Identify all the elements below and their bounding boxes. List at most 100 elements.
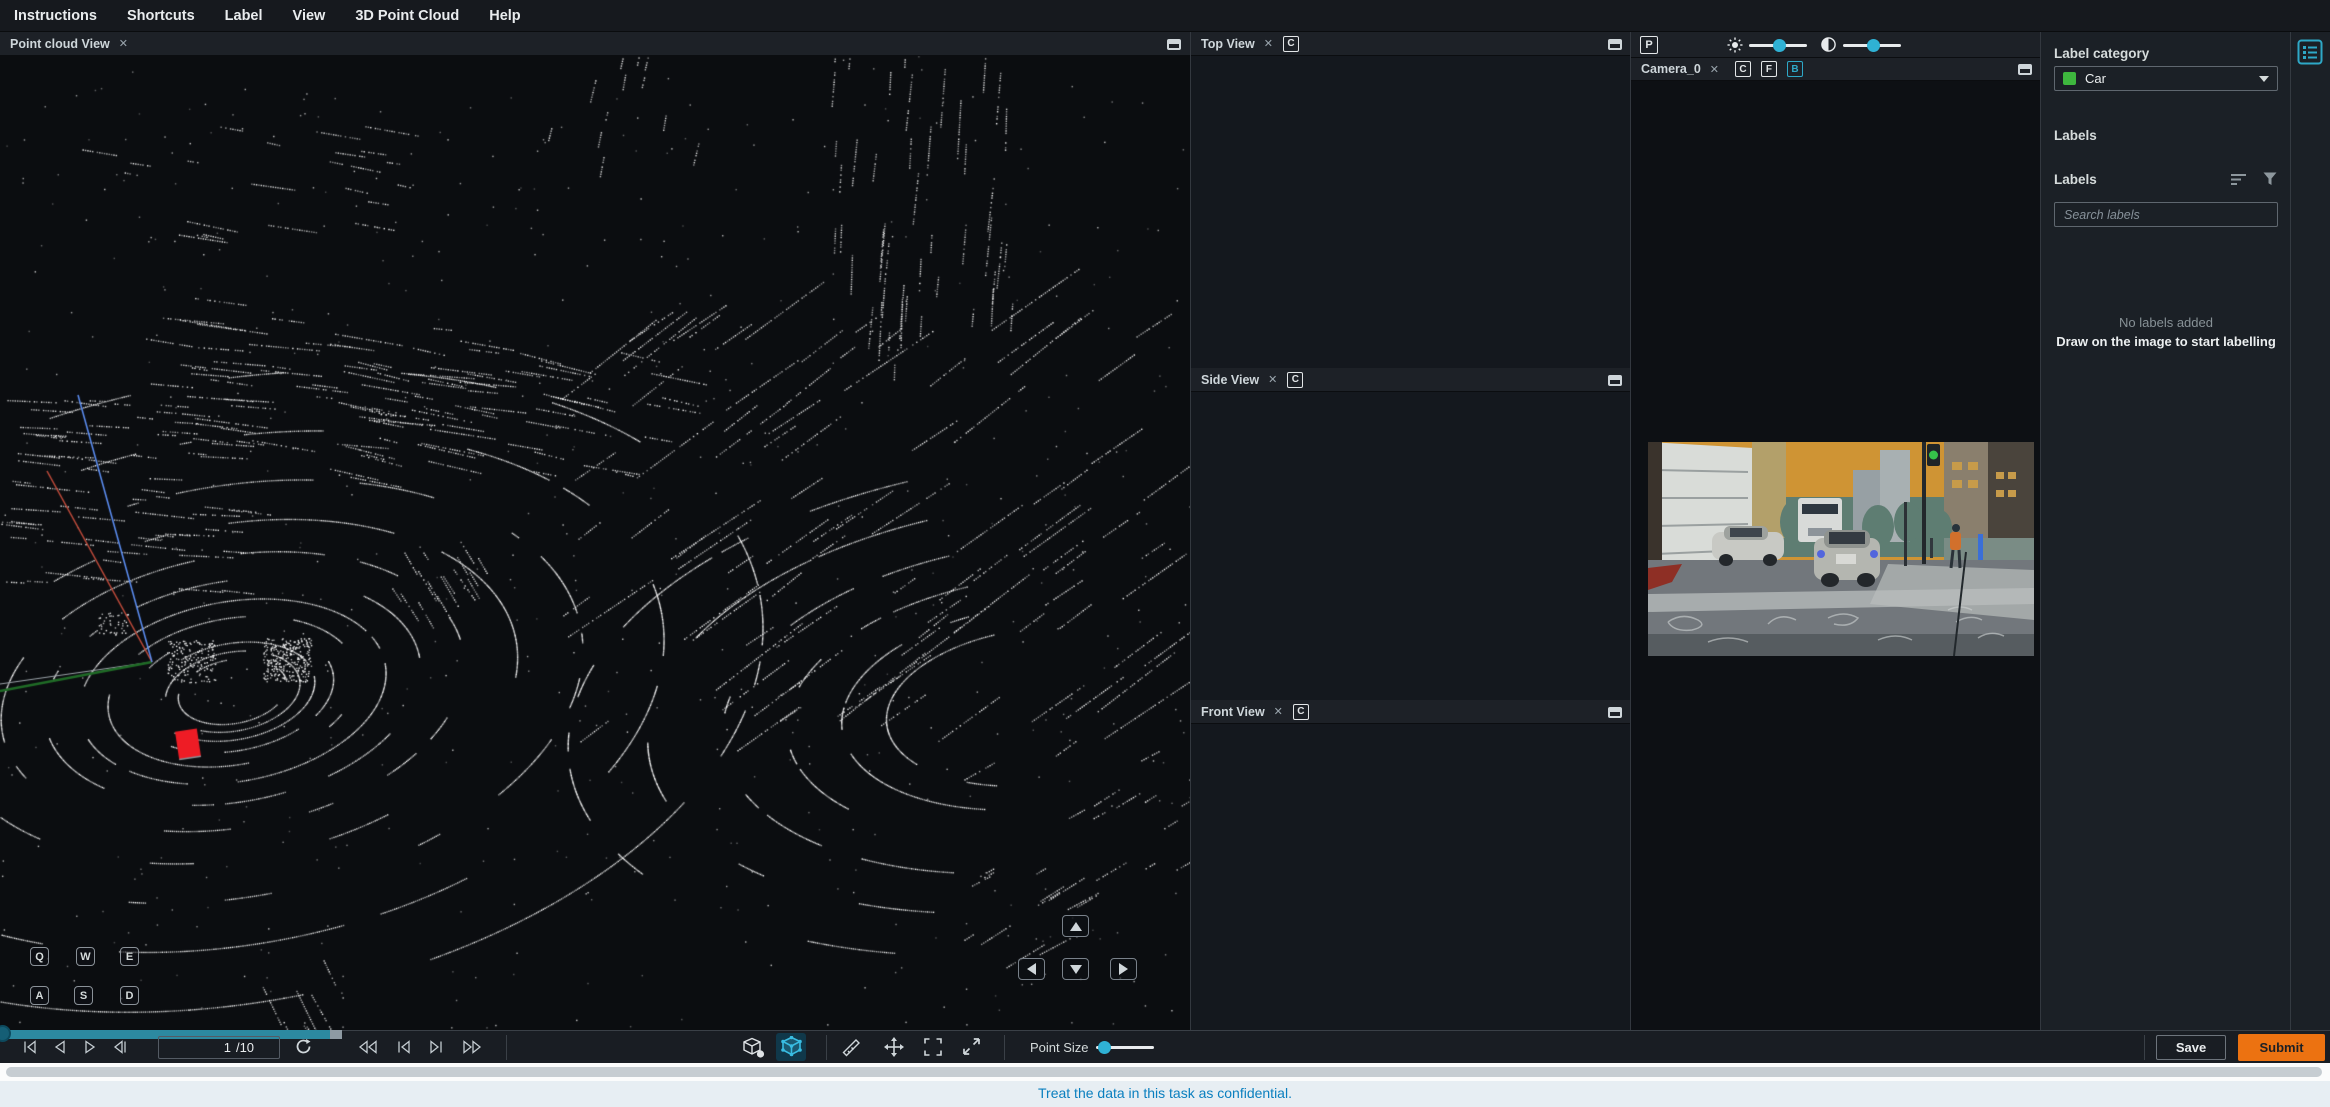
popout-window-icon[interactable] — [1608, 38, 1622, 56]
menu-3d-point-cloud[interactable]: 3D Point Cloud — [340, 8, 474, 24]
keycap-e: E — [120, 947, 139, 966]
filter-labels-icon[interactable] — [2263, 172, 2277, 191]
menu-shortcuts[interactable]: Shortcuts — [112, 8, 210, 24]
ortho-views-column: Top View ✕ C Side View ✕ C Front View ✕ … — [1190, 32, 1631, 1030]
confidential-banner: Treat the data in this task as confident… — [0, 1081, 2330, 1107]
brightness-slider[interactable] — [1749, 39, 1807, 52]
camera-title: Camera_0 — [1641, 62, 1701, 76]
previous-frame-button[interactable] — [52, 1039, 68, 1060]
keycap-a: A — [30, 986, 49, 1005]
top-view-viewport[interactable] — [1191, 56, 1631, 368]
seek-bar-end-cap — [330, 1030, 342, 1039]
popout-window-icon[interactable] — [1608, 374, 1622, 392]
camera-viewport — [1631, 81, 2041, 1030]
side-view-camera-button[interactable]: C — [1287, 371, 1304, 388]
play-button[interactable] — [82, 1039, 98, 1060]
add-cuboid-tool-icon[interactable] — [742, 1037, 766, 1064]
toolbar-divider — [1004, 1035, 1005, 1060]
fullscreen-expand-icon[interactable] — [962, 1037, 981, 1061]
sort-labels-icon[interactable] — [2231, 173, 2247, 191]
label-category-dropdown[interactable]: Car — [2054, 66, 2278, 91]
seek-bar-knob[interactable] — [0, 1025, 11, 1042]
toolbar-divider — [2144, 1035, 2145, 1060]
labels-heading: Labels — [2054, 128, 2097, 143]
category-selected-value: Car — [2085, 71, 2106, 86]
keycap-w-label: W — [80, 950, 91, 963]
arrow-left-icon — [1027, 963, 1036, 975]
next-frame-button[interactable] — [112, 1039, 128, 1060]
pan-right-button[interactable] — [1110, 958, 1137, 980]
menu-help[interactable]: Help — [474, 8, 535, 24]
arrow-down-icon — [1069, 964, 1082, 974]
top-view-camera-button[interactable]: C — [1282, 35, 1299, 52]
ruler-tool-icon[interactable] — [842, 1038, 861, 1062]
total-frames-label: /10 — [235, 1040, 255, 1055]
close-icon[interactable]: ✕ — [1264, 37, 1273, 50]
point-size-slider-knob[interactable] — [1098, 1041, 1111, 1054]
front-view-viewport[interactable] — [1191, 724, 1631, 1030]
projection-button[interactable]: P — [1640, 36, 1658, 54]
keycap-d-label: D — [125, 989, 134, 1002]
side-view-header: Side View ✕ C — [1191, 368, 1631, 392]
camera-c-button[interactable]: C — [1734, 61, 1751, 77]
arrow-up-icon — [1069, 921, 1082, 931]
point-size-label: Point Size — [1030, 1040, 1089, 1055]
step-forward-button[interactable] — [428, 1039, 444, 1060]
side-view-title: Side View — [1201, 372, 1260, 387]
sidebar-icon-strip — [2290, 32, 2330, 1030]
fast-forward-button[interactable] — [462, 1039, 482, 1060]
menu-bar: Instructions Shortcuts Label View 3D Poi… — [0, 0, 2330, 32]
edit-cuboid-tool-icon[interactable] — [780, 1035, 803, 1063]
front-view-header: Front View ✕ C — [1191, 700, 1631, 724]
pan-left-button[interactable] — [1018, 958, 1045, 980]
fast-rewind-button[interactable] — [358, 1039, 378, 1060]
frame-counter: /10 — [158, 1036, 280, 1059]
point-size-slider[interactable] — [1096, 1041, 1154, 1054]
frame-region-tool-icon[interactable] — [924, 1038, 942, 1061]
brightness-slider-knob[interactable] — [1773, 39, 1786, 52]
close-icon[interactable]: ✕ — [1710, 63, 1719, 76]
search-labels-input[interactable] — [2054, 202, 2278, 227]
close-icon[interactable]: ✕ — [1274, 705, 1283, 718]
point-cloud-canvas[interactable] — [0, 56, 1190, 1030]
pan-up-button[interactable] — [1062, 915, 1089, 937]
save-button[interactable]: Save — [2156, 1035, 2226, 1060]
side-view-panel: Side View ✕ C — [1191, 368, 1631, 700]
front-view-camera-button[interactable]: C — [1292, 703, 1309, 720]
empty-state-subtitle: Draw on the image to start labelling — [2056, 334, 2276, 349]
confidential-message: Treat the data in this task as confident… — [1038, 1085, 1292, 1101]
menu-label[interactable]: Label — [210, 8, 278, 24]
contrast-slider-knob[interactable] — [1867, 39, 1880, 52]
empty-state-title: No labels added — [2119, 315, 2213, 330]
camera-f-button[interactable]: F — [1760, 61, 1777, 77]
front-view-panel: Front View ✕ C — [1191, 700, 1631, 1030]
front-view-title: Front View — [1201, 704, 1265, 719]
pan-down-button[interactable] — [1062, 958, 1089, 980]
camera-controls-bar: P — [1631, 32, 2041, 58]
loop-playback-icon[interactable] — [295, 1038, 312, 1060]
label-list-panel-icon[interactable] — [2297, 39, 2323, 70]
popout-window-icon[interactable] — [1608, 706, 1622, 724]
step-back-button[interactable] — [396, 1039, 412, 1060]
point-cloud-title: Point cloud View — [10, 36, 110, 51]
close-icon[interactable]: ✕ — [119, 37, 128, 50]
camera-b-button[interactable]: B — [1786, 61, 1803, 77]
menu-instructions[interactable]: Instructions — [0, 8, 112, 24]
label-sidebar: Label category Car Labels Labels No labe… — [2040, 32, 2330, 1030]
popout-window-icon[interactable] — [1167, 38, 1181, 56]
popout-window-icon[interactable] — [2018, 63, 2032, 81]
horizontal-scrollbar-thumb[interactable] — [6, 1067, 2322, 1077]
menu-view[interactable]: View — [278, 8, 341, 24]
move-tool-icon[interactable] — [884, 1037, 904, 1062]
close-icon[interactable]: ✕ — [1268, 373, 1277, 386]
skip-to-first-frame-button[interactable] — [22, 1039, 38, 1060]
contrast-slider[interactable] — [1843, 39, 1901, 52]
keycap-e-label: E — [125, 950, 134, 963]
current-frame-input[interactable] — [183, 1039, 236, 1056]
side-view-viewport[interactable] — [1191, 392, 1631, 700]
toolbar-divider — [826, 1035, 827, 1060]
camera-image[interactable] — [1648, 442, 2034, 656]
top-view-title: Top View — [1201, 36, 1255, 51]
category-color-swatch — [2063, 72, 2076, 85]
submit-button[interactable]: Submit — [2238, 1034, 2325, 1061]
